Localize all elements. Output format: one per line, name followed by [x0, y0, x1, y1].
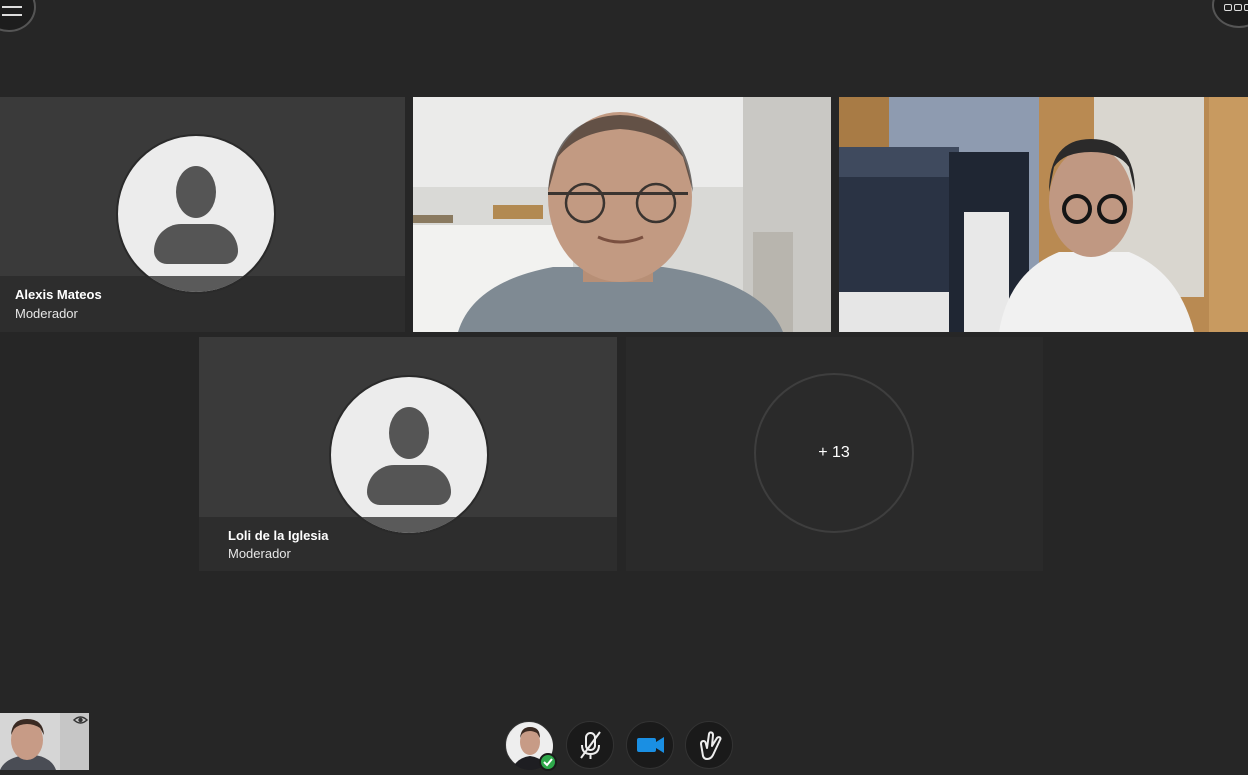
camera-button[interactable]: [626, 721, 674, 769]
participant-role: Moderador: [15, 306, 78, 321]
participant-tile[interactable]: Loli de la Iglesia Moderador: [199, 337, 617, 571]
layout-button[interactable]: [1212, 0, 1248, 28]
avatar: [329, 375, 489, 535]
my-status-button[interactable]: [505, 721, 557, 771]
participant-role: Moderador: [228, 546, 291, 561]
check-icon: [539, 753, 557, 771]
more-participants-label: + 13: [818, 444, 850, 461]
participant-name: Loli de la Iglesia: [228, 528, 329, 543]
participant-video[interactable]: [839, 97, 1248, 332]
main-menu-button[interactable]: [0, 0, 36, 32]
more-participants-count: + 13: [754, 373, 914, 533]
hamburger-menu-icon: [2, 6, 22, 8]
participant-tile[interactable]: Alexis Mateos Moderador: [0, 97, 405, 332]
eye-icon[interactable]: [72, 713, 89, 727]
microphone-button[interactable]: [566, 721, 614, 769]
video-camera-icon: [637, 737, 664, 753]
person-icon: [176, 166, 216, 218]
more-participants-tile[interactable]: + 13: [626, 337, 1043, 571]
avatar: [116, 134, 276, 294]
self-view-video[interactable]: [0, 713, 89, 770]
microphone-muted-icon: [580, 731, 601, 759]
participant-video[interactable]: [413, 97, 831, 332]
person-icon: [389, 407, 429, 459]
participant-name: Alexis Mateos: [15, 287, 102, 302]
raise-hand-button[interactable]: [685, 721, 733, 769]
video-feed: [413, 97, 831, 332]
raise-hand-icon: [700, 731, 722, 760]
grid-layout-icon: [1224, 4, 1232, 11]
video-feed: [839, 97, 1248, 332]
